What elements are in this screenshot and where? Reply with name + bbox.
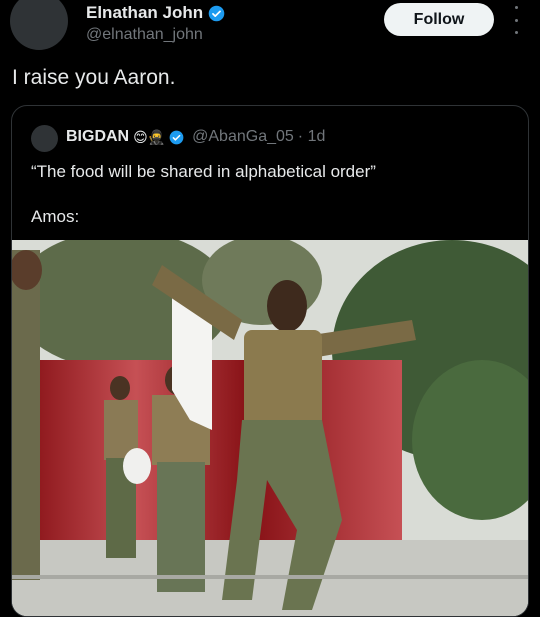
dancing-men-photo: [12, 240, 528, 616]
author-name-row[interactable]: Elnathan John: [86, 3, 225, 23]
quoted-header: BIGDAN 😊🥷 @AbanGa_05 · 1d: [66, 128, 325, 146]
quoted-name[interactable]: BIGDAN: [66, 128, 129, 146]
quoted-emojis: 😊🥷: [133, 128, 166, 145]
quoted-time: · 1d: [297, 128, 326, 145]
more-options-icon[interactable]: [510, 6, 522, 34]
quoted-handle[interactable]: @AbanGa_05: [192, 128, 294, 146]
follow-button[interactable]: Follow: [384, 3, 494, 36]
media-image[interactable]: [12, 240, 528, 616]
author-handle[interactable]: @elnathan_john: [86, 26, 203, 44]
verified-badge-icon: [208, 5, 225, 21]
quoted-tweet[interactable]: BIGDAN 😊🥷 @AbanGa_05 · 1d “The food will…: [11, 105, 529, 617]
quoted-avatar[interactable]: [31, 125, 58, 152]
quoted-text: “The food will be shared in alphabetical…: [31, 162, 376, 181]
quoted-caption: Amos:: [31, 207, 80, 226]
author-name[interactable]: Elnathan John: [86, 3, 203, 23]
tweet-text: I raise you Aaron.: [12, 66, 176, 89]
author-avatar[interactable]: [10, 0, 68, 50]
quoted-verified-badge-icon: [169, 130, 184, 144]
